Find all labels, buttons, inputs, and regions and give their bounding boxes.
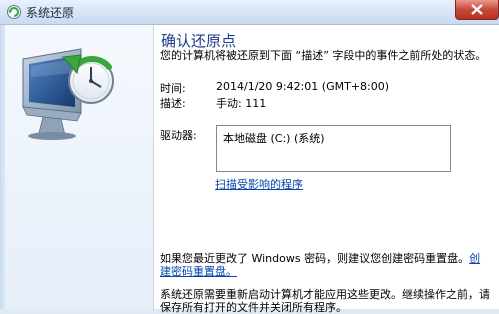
description-value: 手动: 111 bbox=[216, 97, 267, 110]
computer-clock-restore-icon bbox=[22, 48, 114, 140]
password-reset-text: 如果您最近更改了 Windows 密码，则建议您创建密码重置盘。创建密码重置盘。 bbox=[160, 252, 490, 278]
drives-list[interactable]: 本地磁盘 (C:) (系统) bbox=[216, 125, 451, 172]
description-label: 描述: bbox=[160, 97, 186, 110]
restart-warning-text: 系统还原需要重新启动计算机才能应用这些更改。继续操作之前，请保存所有打开的文件并… bbox=[160, 288, 490, 314]
description-text: 您的计算机将被还原到下面 “描述” 字段中的事件之前所处的状态。 bbox=[160, 49, 487, 62]
close-icon bbox=[471, 4, 483, 15]
main-content: 确认还原点 您的计算机将被还原到下面 “描述” 字段中的事件之前所处的状态。 时… bbox=[153, 25, 499, 314]
title-bar: 系统还原 bbox=[0, 0, 499, 25]
list-item[interactable]: 本地磁盘 (C:) (系统) bbox=[223, 130, 325, 146]
time-value: 2014/1/20 9:42:01 (GMT+8:00) bbox=[216, 80, 390, 93]
sidebar bbox=[5, 25, 153, 309]
password-reset-message: 如果您最近更改了 Windows 密码，则建议您创建密码重置盘。 bbox=[160, 252, 470, 265]
page-title: 确认还原点 bbox=[161, 32, 237, 50]
system-restore-icon bbox=[6, 4, 22, 20]
time-label: 时间: bbox=[160, 82, 186, 95]
window-title: 系统还原 bbox=[26, 6, 75, 20]
scan-affected-programs-link[interactable]: 扫描受影响的程序 bbox=[215, 176, 303, 192]
drives-label: 驱动器: bbox=[160, 129, 197, 142]
close-button[interactable] bbox=[455, 0, 499, 20]
